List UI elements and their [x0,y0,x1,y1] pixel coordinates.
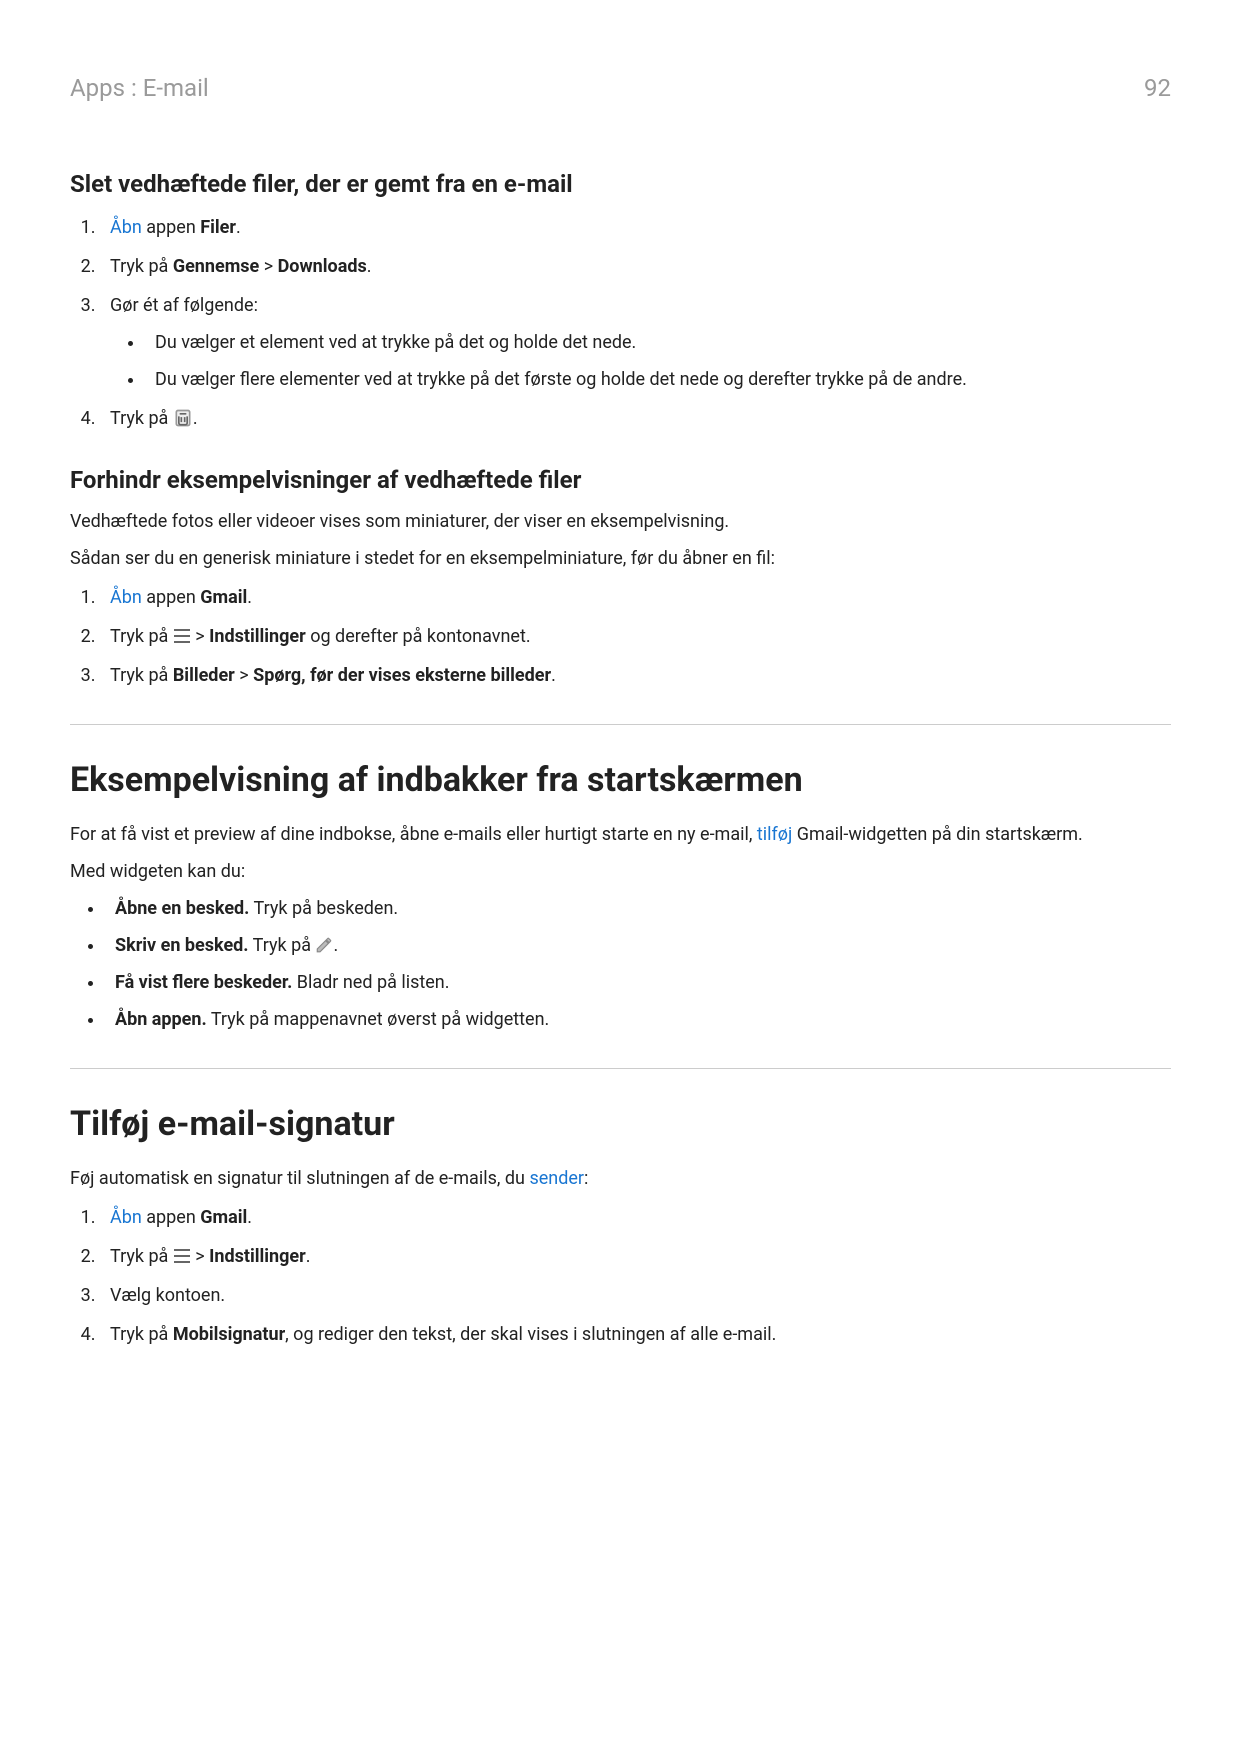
list-item: Tryk på > Indstillinger og derefter på k… [100,623,1171,650]
list-item: Tryk på Billeder > Spørg, før der vises … [100,662,1171,689]
text: . [236,217,241,238]
paragraph: Med widgeten kan du: [70,858,1171,885]
text: . [247,1207,252,1228]
text: Tryk på [110,408,173,429]
pencil-icon [315,936,333,954]
text: Tryk på [110,665,173,686]
text: Tryk på [110,1246,173,1267]
list-item: Gør ét af følgende: Du vælger et element… [100,292,1171,393]
text-bold: Mobilsignatur [173,1324,285,1345]
text: > [259,256,277,277]
send-link[interactable]: sender [529,1168,584,1189]
hamburger-menu-icon [173,629,191,643]
text: For at få vist et preview af dine indbok… [70,824,757,845]
open-link[interactable]: Åbn [110,1207,142,1228]
text-bold: Gmail [200,587,247,608]
text: : [584,1168,588,1189]
list-item: Få vist flere beskeder. Bladr ned på lis… [105,969,1171,996]
page-header: Apps : E-mail 92 [70,70,1171,106]
text-bold: Åbne en besked. [115,898,249,919]
text: . [333,935,338,956]
text: Tryk på [110,626,173,647]
text: Tryk på [249,935,316,956]
text-bold: Filer [200,217,236,238]
text-bold: Gmail [200,1207,247,1228]
section-heading: Eksempelvisning af indbakker fra startsk… [70,755,1171,806]
ordered-list: Åbn appen Gmail. Tryk på > Indstillinger… [70,1204,1171,1348]
text-bold: Indstillinger [209,1246,306,1267]
list-item: Du vælger et element ved at trykke på de… [145,329,1171,356]
list-item: Åbn appen Gmail. [100,584,1171,611]
list-item: Skriv en besked. Tryk på . [105,932,1171,959]
text-bold: Indstillinger [209,626,306,647]
list-item: Åbn appen. Tryk på mappenavnet øverst på… [105,1006,1171,1033]
text: og derefter på kontonavnet. [306,626,531,647]
paragraph: For at få vist et preview af dine indbok… [70,821,1171,848]
list-item: Åbn appen Filer. [100,214,1171,241]
divider [70,1068,1171,1069]
text: appen [142,217,200,238]
paragraph: Sådan ser du en generisk miniature i ste… [70,545,1171,572]
text: appen [142,1207,200,1228]
text-bold: Åbn appen. [115,1009,207,1030]
text: appen [142,587,200,608]
text: Gmail-widgetten på din startskærm. [792,824,1082,845]
text-bold: Spørg, før der vises eksterne billeder [253,665,551,686]
open-link[interactable]: Åbn [110,217,142,238]
paragraph: Føj automatisk en signatur til slutninge… [70,1165,1171,1192]
text: . [367,256,372,277]
text: , og rediger den tekst, der skal vises i… [285,1324,776,1345]
text: Tryk på [110,256,173,277]
text: Tryk på mappenavnet øverst på widgetten. [207,1009,550,1030]
list-item: Du vælger flere elementer ved at trykke … [145,366,1171,393]
list-item: Åbne en besked. Tryk på beskeden. [105,895,1171,922]
breadcrumb: Apps : E-mail [70,70,209,106]
section-heading: Tilføj e-mail-signatur [70,1099,1171,1150]
trash-icon [173,408,193,428]
list-item: Tryk på . [100,405,1171,432]
add-link[interactable]: tilføj [757,824,792,845]
text: > [191,626,209,647]
text-bold: Skriv en besked. [115,935,249,956]
page-number: 92 [1144,70,1171,106]
text-bold: Downloads [278,256,367,277]
list-item: Tryk på > Indstillinger. [100,1243,1171,1270]
text: . [551,665,556,686]
text: Bladr ned på listen. [292,972,449,993]
unordered-list: Du vælger et element ved at trykke på de… [110,329,1171,393]
text: . [247,587,252,608]
text: . [306,1246,311,1267]
section-heading: Forhindr eksempelvisninger af vedhæftede… [70,462,1171,498]
text: > [235,665,253,686]
divider [70,724,1171,725]
text-bold: Billeder [173,665,235,686]
ordered-list: Åbn appen Filer. Tryk på Gennemse > Down… [70,214,1171,432]
hamburger-menu-icon [173,1249,191,1263]
text: Tryk på [110,1324,173,1345]
section-heading: Slet vedhæftede filer, der er gemt fra e… [70,166,1171,202]
text: . [193,408,198,429]
list-item: Tryk på Gennemse > Downloads. [100,253,1171,280]
page-content: Apps : E-mail 92 Slet vedhæftede filer, … [0,0,1241,1754]
text: > [191,1246,209,1267]
ordered-list: Åbn appen Gmail. Tryk på > Indstillinger… [70,584,1171,689]
text: Føj automatisk en signatur til slutninge… [70,1168,529,1189]
text: Gør ét af følgende: [110,295,258,316]
text-bold: Gennemse [173,256,259,277]
open-link[interactable]: Åbn [110,587,142,608]
list-item: Tryk på Mobilsignatur, og rediger den te… [100,1321,1171,1348]
list-item: Vælg kontoen. [100,1282,1171,1309]
unordered-list: Åbne en besked. Tryk på beskeden. Skriv … [70,895,1171,1033]
text: Tryk på beskeden. [249,898,398,919]
list-item: Åbn appen Gmail. [100,1204,1171,1231]
paragraph: Vedhæftede fotos eller videoer vises som… [70,508,1171,535]
text-bold: Få vist flere beskeder. [115,972,292,993]
